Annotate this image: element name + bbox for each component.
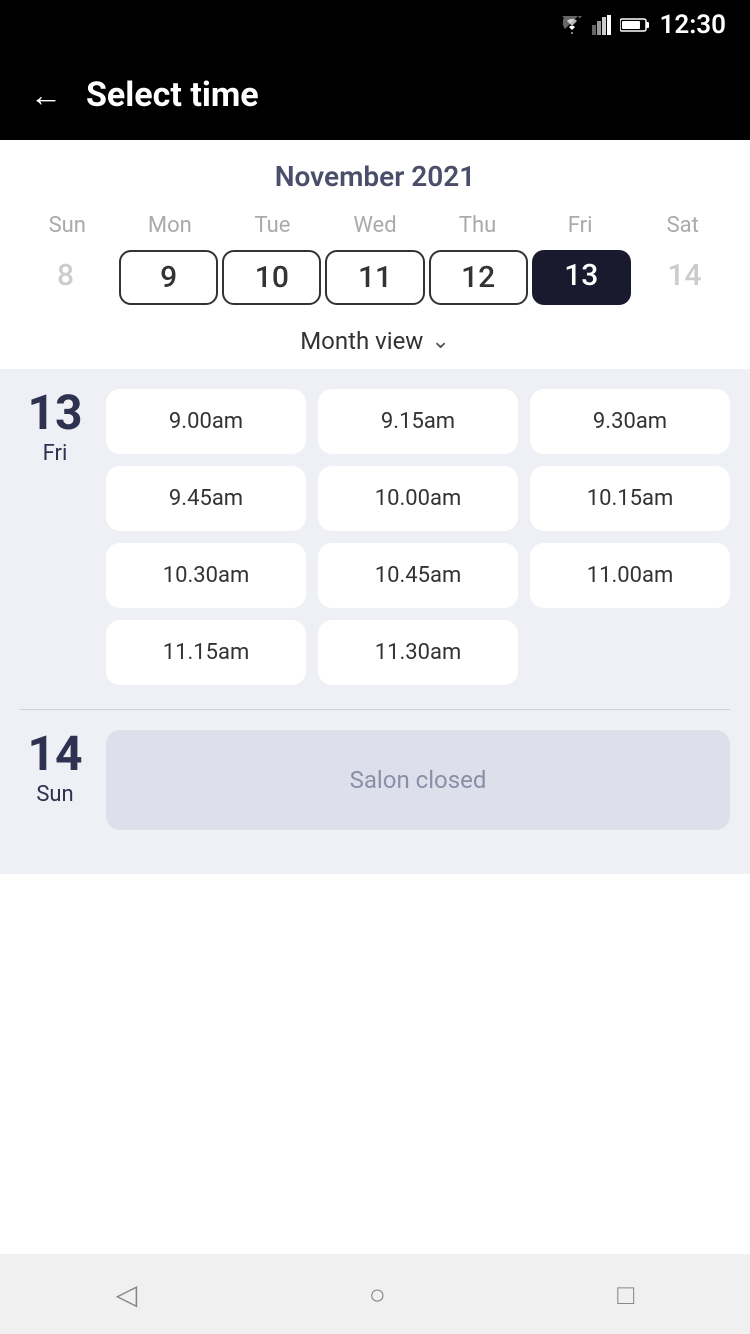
weekday-sat: Sat xyxy=(631,209,734,242)
calendar-month: November 2021 xyxy=(16,160,734,193)
page-title: Select time xyxy=(86,75,259,115)
day-14-label: 14 Sun xyxy=(20,730,90,830)
time-slot-1030am[interactable]: 10.30am xyxy=(106,543,306,608)
time-slot-1045am[interactable]: 10.45am xyxy=(318,543,518,608)
wifi-icon xyxy=(560,16,584,34)
time-slot-1015am[interactable]: 10.15am xyxy=(530,466,730,531)
day-14[interactable]: 14 xyxy=(635,250,734,305)
chevron-down-icon: ⌄ xyxy=(431,329,449,354)
time-slot-1100am[interactable]: 11.00am xyxy=(530,543,730,608)
salon-closed: Salon closed xyxy=(106,730,730,830)
day-13-number: 13 xyxy=(27,389,82,437)
day-13[interactable]: 13 xyxy=(532,250,631,305)
calendar-weekdays: Sun Mon Tue Wed Thu Fri Sat xyxy=(16,209,734,242)
weekday-fri: Fri xyxy=(529,209,632,242)
day-11[interactable]: 11 xyxy=(325,250,424,305)
day-13-block: 13 Fri 9.00am 9.15am 9.30am 9.45am 10.00… xyxy=(20,389,730,685)
battery-icon xyxy=(620,17,650,33)
day-10[interactable]: 10 xyxy=(222,250,321,305)
month-view-toggle[interactable]: Month view ⌄ xyxy=(16,317,734,369)
day-9[interactable]: 9 xyxy=(119,250,218,305)
header: ← Select time xyxy=(0,50,750,140)
weekday-thu: Thu xyxy=(426,209,529,242)
weekday-sun: Sun xyxy=(16,209,119,242)
day-14-number: 14 xyxy=(27,730,82,778)
status-time: 12:30 xyxy=(660,10,727,40)
time-slot-1115am[interactable]: 11.15am xyxy=(106,620,306,685)
calendar-section: November 2021 Sun Mon Tue Wed Thu Fri Sa… xyxy=(0,140,750,369)
calendar-days: 8 9 10 11 12 13 14 xyxy=(16,250,734,305)
timeslots-section: 13 Fri 9.00am 9.15am 9.30am 9.45am 10.00… xyxy=(0,369,750,874)
time-slot-945am[interactable]: 9.45am xyxy=(106,466,306,531)
weekday-tue: Tue xyxy=(221,209,324,242)
day-12[interactable]: 12 xyxy=(429,250,528,305)
bottom-nav: ◁ ○ □ xyxy=(0,1254,750,1334)
day-8[interactable]: 8 xyxy=(16,250,115,305)
signal-icon xyxy=(592,15,612,35)
day-13-name: Fri xyxy=(43,441,68,466)
time-slot-1000am[interactable]: 10.00am xyxy=(318,466,518,531)
month-view-label: Month view xyxy=(300,327,423,355)
nav-home-button[interactable]: ○ xyxy=(359,1268,396,1321)
day-13-time-grid: 9.00am 9.15am 9.30am 9.45am 10.00am 10.1… xyxy=(106,389,730,685)
back-button[interactable]: ← xyxy=(30,76,62,114)
nav-recent-button[interactable]: □ xyxy=(607,1268,644,1321)
time-slot-915am[interactable]: 9.15am xyxy=(318,389,518,454)
time-slot-900am[interactable]: 9.00am xyxy=(106,389,306,454)
time-slot-1130am[interactable]: 11.30am xyxy=(318,620,518,685)
weekday-wed: Wed xyxy=(324,209,427,242)
day-13-label: 13 Fri xyxy=(20,389,90,685)
section-divider xyxy=(20,709,730,710)
nav-back-button[interactable]: ◁ xyxy=(106,1268,148,1321)
weekday-mon: Mon xyxy=(119,209,222,242)
day-14-name: Sun xyxy=(36,782,73,807)
time-slot-930am[interactable]: 9.30am xyxy=(530,389,730,454)
status-icons xyxy=(560,15,650,35)
status-bar: 12:30 xyxy=(0,0,750,50)
day-14-block: 14 Sun Salon closed xyxy=(20,730,730,830)
